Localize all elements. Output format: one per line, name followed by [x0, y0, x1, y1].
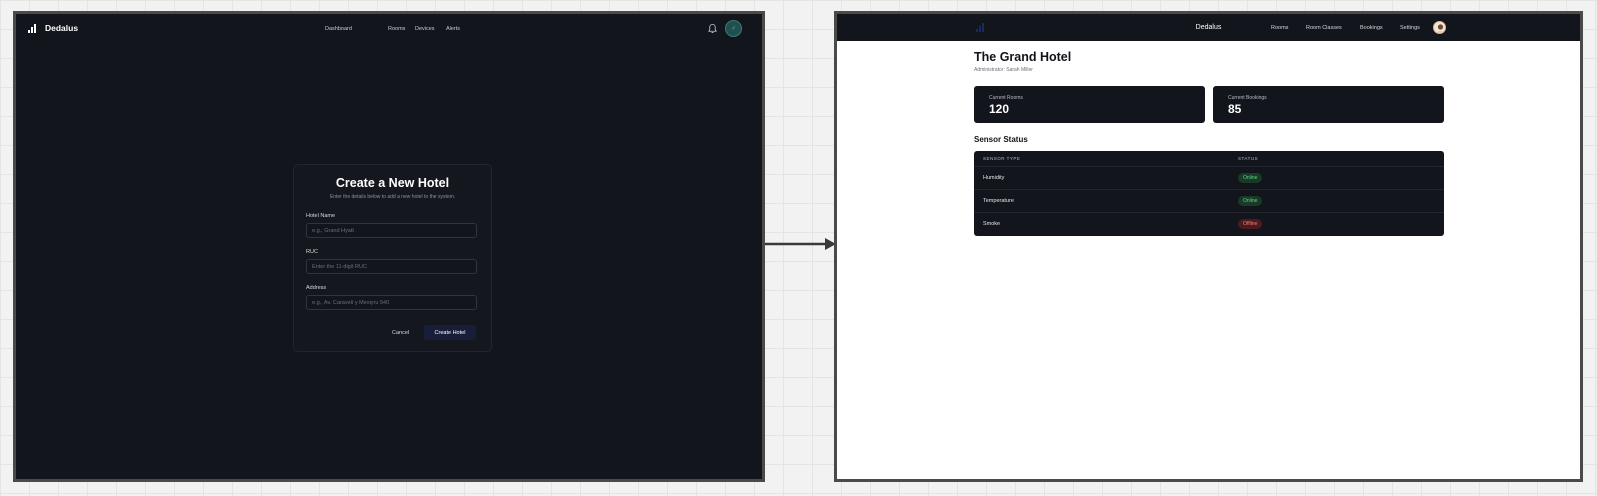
sensor-type: Smoke: [983, 221, 1001, 227]
sensor-type: Humidity: [983, 175, 1005, 181]
hotel-name-input[interactable]: [306, 223, 477, 238]
stat-card-bookings: Current Bookings 85: [1213, 86, 1444, 123]
nav-alerts[interactable]: Alerts: [446, 26, 460, 32]
page-title: The Grand Hotel: [974, 50, 1072, 64]
status-badge: Online: [1238, 196, 1263, 206]
bar-chart-logo-icon: [28, 24, 36, 33]
modal-subtitle: Enter the details below to add a new hot…: [329, 194, 456, 200]
user-avatar[interactable]: [1433, 21, 1446, 34]
bell-icon[interactable]: [707, 23, 718, 34]
brand-name[interactable]: Dedalus: [45, 23, 78, 33]
hotel-dashboard-screen: Dedalus Rooms Room Classes Bookings Sett…: [834, 11, 1583, 482]
cancel-button[interactable]: Cancel: [386, 325, 415, 340]
user-avatar[interactable]: ♂: [725, 20, 742, 37]
nav-rooms[interactable]: Rooms: [388, 26, 405, 32]
sensor-type: Temperature: [983, 198, 1014, 204]
stat-value: 120: [989, 102, 1010, 116]
status-badge: Offline: [1238, 219, 1263, 229]
administrator-text: Administrator: Sarah Miller: [974, 67, 1033, 73]
brand-name[interactable]: Dedalus: [837, 24, 1580, 31]
avatar-glyph-icon: ♂: [731, 25, 736, 32]
create-hotel-modal: Create a New Hotel Enter the details bel…: [293, 164, 492, 352]
nav-room-classes[interactable]: Room Classes: [1306, 25, 1342, 31]
nav-dashboard[interactable]: Dashboard: [325, 26, 352, 32]
address-label: Address: [306, 285, 327, 291]
ruc-label: RUC: [306, 249, 318, 255]
stat-value: 85: [1228, 102, 1242, 116]
address-input[interactable]: [306, 295, 477, 310]
flow-arrow-icon: [765, 238, 836, 250]
person-avatar-icon: [1437, 24, 1444, 33]
stat-label: Current Bookings: [1228, 95, 1267, 101]
stat-card-rooms: Current Rooms 120: [974, 86, 1205, 123]
create-hotel-screen: Dedalus Dashboard Rooms Devices Alerts ♂…: [13, 11, 765, 482]
stat-label: Current Rooms: [989, 95, 1023, 101]
nav-bookings[interactable]: Bookings: [1360, 25, 1383, 31]
table-row: Humidity Online: [974, 166, 1444, 189]
status-badge: Online: [1238, 173, 1263, 183]
column-header-sensor-type: SENSOR TYPE: [983, 156, 1021, 161]
ruc-input[interactable]: [306, 259, 477, 274]
nav-rooms[interactable]: Rooms: [1271, 25, 1288, 31]
create-hotel-button[interactable]: Create Hotel: [424, 325, 476, 340]
section-title: Sensor Status: [974, 135, 1028, 144]
sensor-status-table: SENSOR TYPE STATUS Humidity Online Tempe…: [974, 151, 1444, 236]
top-nav: Dedalus Dashboard Rooms Devices Alerts ♂: [16, 14, 762, 44]
hotel-name-label: Hotel Name: [306, 213, 336, 219]
nav-settings[interactable]: Settings: [1400, 25, 1420, 31]
column-header-status: STATUS: [1238, 156, 1259, 161]
table-row: Smoke Offline: [974, 212, 1444, 235]
nav-devices[interactable]: Devices: [415, 26, 435, 32]
modal-title: Create a New Hotel: [335, 176, 450, 190]
top-nav: Dedalus Rooms Room Classes Bookings Sett…: [837, 14, 1580, 41]
table-row: Temperature Online: [974, 189, 1444, 212]
